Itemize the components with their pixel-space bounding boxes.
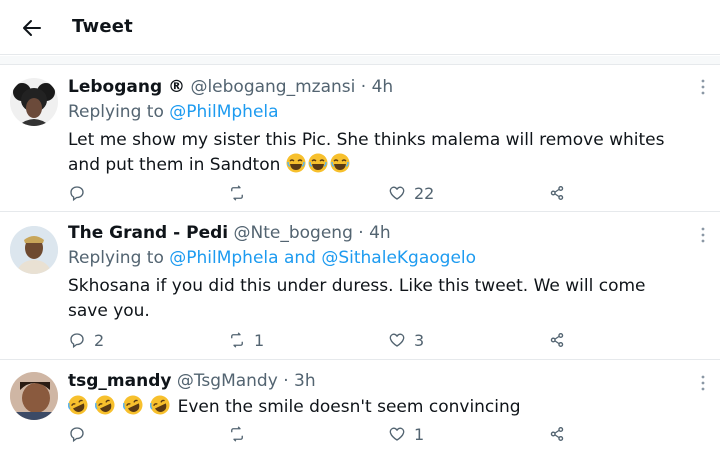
rofl-emoji [122, 395, 143, 415]
reply-icon [70, 333, 84, 349]
like-button[interactable]: 3 [388, 329, 424, 351]
like-count: 22 [414, 183, 435, 203]
share-button[interactable] [548, 329, 566, 351]
laughing-emoji [330, 153, 350, 173]
reply-button[interactable]: 2 [68, 329, 104, 351]
rofl-emoji [95, 395, 115, 415]
reply-icon [70, 427, 84, 443]
share-button[interactable] [548, 182, 566, 204]
tweet-actions: 22 [68, 182, 588, 204]
retweet-icon [231, 426, 243, 442]
more-icon[interactable] [700, 78, 706, 96]
reply-mention-link[interactable]: @PhilMphela and @SithaleKgaogelo [169, 248, 476, 268]
tweet-text: Even the smile doesn't seem convincing [68, 395, 690, 420]
author-handle[interactable]: @lebogang_mzansi [190, 77, 355, 97]
avatar[interactable] [10, 372, 58, 420]
replying-label: Replying to [68, 102, 164, 122]
author-name[interactable]: The Grand - Pedi [68, 223, 228, 243]
retweet-icon [231, 185, 243, 201]
retweet-button[interactable]: 1 [228, 329, 264, 351]
tweet-text: Let me show my sister this Pic. She thin… [68, 128, 690, 178]
retweet-count: 1 [254, 330, 265, 350]
share-button[interactable] [548, 423, 566, 445]
reply-mention-link[interactable]: @PhilMphela [169, 102, 278, 122]
tweet-time: · 3h [283, 371, 316, 391]
reply-icon [70, 186, 84, 202]
author-handle[interactable]: @Nte_bogeng [234, 223, 353, 243]
retweet-button[interactable] [228, 423, 254, 445]
back-arrow-icon[interactable] [20, 16, 44, 40]
like-icon [389, 186, 405, 200]
retweet-button[interactable] [228, 182, 254, 204]
tweet-time: · 4h [360, 77, 394, 97]
tweet-item[interactable]: Lebogang ® @lebogang_mzansi · 4h Replyin… [0, 66, 720, 212]
separator [0, 56, 720, 65]
laughing-emoji [308, 153, 328, 173]
replying-label: Replying to [68, 248, 164, 268]
more-icon[interactable] [700, 226, 706, 244]
tweet-text-content: Even the smile doesn't seem convincing [177, 397, 521, 417]
avatar[interactable] [10, 78, 58, 126]
retweet-icon [231, 332, 243, 348]
tweet-actions: 1 [68, 423, 588, 445]
like-count: 1 [414, 424, 425, 444]
author-name[interactable]: Lebogang ® [68, 77, 185, 97]
like-icon [389, 427, 405, 441]
laughing-emoji [286, 153, 306, 173]
header: Tweet [0, 0, 720, 55]
rofl-emoji [150, 395, 170, 415]
tweet-text-content: Let me show my sister this Pic. She thin… [68, 130, 665, 175]
like-button[interactable]: 1 [388, 423, 424, 445]
rofl-emoji [68, 395, 88, 415]
reply-button[interactable] [68, 182, 94, 204]
like-count: 3 [414, 330, 425, 350]
share-icon [550, 186, 564, 200]
reply-button[interactable] [68, 423, 94, 445]
tweet-actions: 2 1 3 [68, 329, 588, 351]
tweet-time: · 4h [358, 223, 391, 243]
reply-count: 2 [94, 330, 105, 350]
share-icon [550, 427, 564, 441]
avatar[interactable] [10, 226, 58, 274]
replying-to: Replying to @PhilMphela [68, 101, 690, 123]
tweet-item[interactable]: The Grand - Pedi @Nte_bogeng · 4h Replyi… [0, 212, 720, 360]
tweet-text: Skhosana if you did this under duress. L… [68, 276, 646, 321]
tweet-item[interactable]: tsg_mandy @TsgMandy · 3h Even the smile … [0, 360, 720, 457]
author-handle[interactable]: @TsgMandy [177, 371, 278, 391]
more-icon[interactable] [700, 374, 706, 392]
like-button[interactable]: 22 [388, 182, 434, 204]
replying-to: Replying to @PhilMphela and @SithaleKgao… [68, 247, 690, 269]
like-icon [389, 333, 405, 347]
share-icon [550, 333, 564, 347]
author-name[interactable]: tsg_mandy [68, 371, 171, 391]
page-title: Tweet [72, 16, 133, 37]
